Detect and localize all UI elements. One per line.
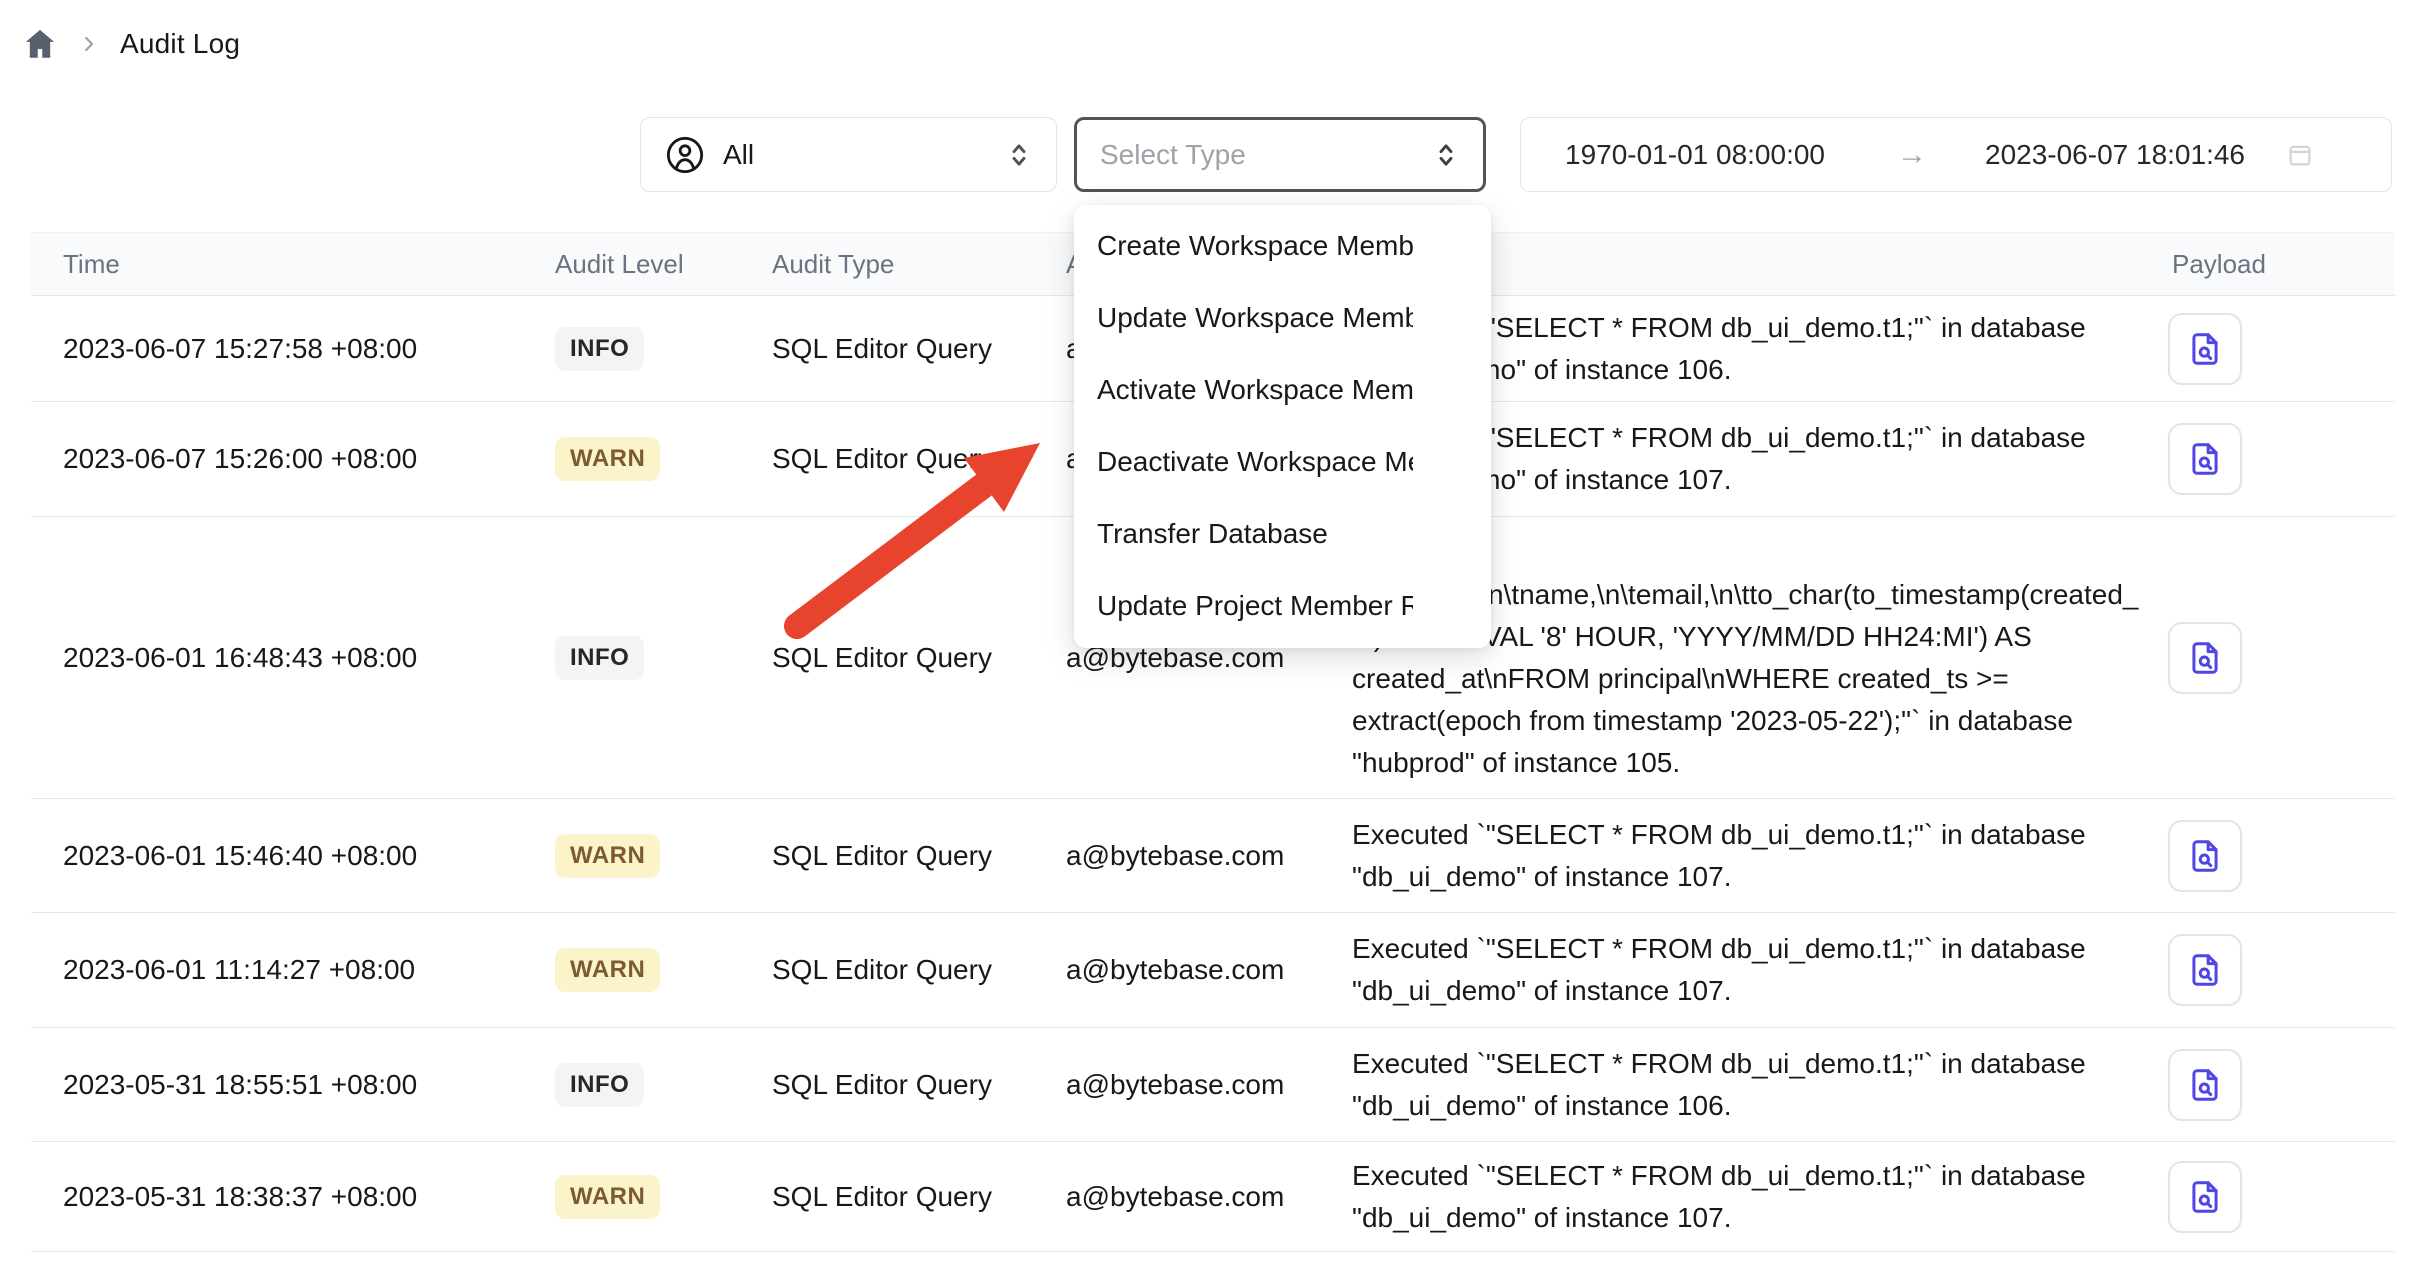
cell-comment: Executed `"SELECT * FROM db_ui_demo.t1;"… xyxy=(1352,1155,2152,1239)
cell-actor: a@bytebase.com xyxy=(1066,1181,1352,1213)
cell-audit-type: SQL Editor Query xyxy=(772,1181,1066,1213)
dropdown-item-activate-workspace-member[interactable]: Activate Workspace Member xyxy=(1074,354,1491,426)
file-search-icon xyxy=(2186,1066,2224,1104)
cell-audit-type: SQL Editor Query xyxy=(772,333,1066,365)
table-row: 2023-05-31 18:38:37 +08:00 WARN SQL Edit… xyxy=(31,1142,2395,1252)
audit-type-dropdown-menu: Create Workspace Member Update Workspace… xyxy=(1074,205,1491,648)
column-header-payload: Payload xyxy=(2152,249,2395,280)
dropdown-item-deactivate-workspace-member[interactable]: Deactivate Workspace Member xyxy=(1074,426,1491,498)
cell-audit-type: SQL Editor Query xyxy=(772,642,1066,674)
file-search-icon xyxy=(2186,330,2224,368)
actor-filter-value: All xyxy=(723,139,986,171)
filter-bar: All Select Type 1970-01-01 08:00:00 → 20… xyxy=(640,117,2392,192)
table-row: 2023-05-31 18:55:51 +08:00 INFO SQL Edit… xyxy=(31,1028,2395,1142)
chevron-right-icon xyxy=(78,33,100,55)
cell-comment: Executed `"SELECT * FROM db_ui_demo.t1;"… xyxy=(1352,814,2152,898)
user-circle-icon xyxy=(665,135,705,175)
view-payload-button[interactable] xyxy=(2168,1161,2242,1233)
actor-filter-select[interactable]: All xyxy=(640,117,1057,192)
audit-level-badge: INFO xyxy=(555,1063,644,1107)
view-payload-button[interactable] xyxy=(2168,313,2242,385)
view-payload-button[interactable] xyxy=(2168,622,2242,694)
cell-actor: a@bytebase.com xyxy=(1066,1069,1352,1101)
date-range-picker[interactable]: 1970-01-01 08:00:00 → 2023-06-07 18:01:4… xyxy=(1520,117,2392,192)
cell-audit-type: SQL Editor Query xyxy=(772,443,1066,475)
table-row: 2023-06-01 11:14:27 +08:00 WARN SQL Edit… xyxy=(31,913,2395,1028)
home-icon[interactable] xyxy=(22,26,58,62)
calendar-icon xyxy=(2285,140,2315,170)
cell-comment: Executed `"SELECT * FROM db_ui_demo.t1;"… xyxy=(1352,928,2152,1012)
view-payload-button[interactable] xyxy=(2168,934,2242,1006)
cell-time: 2023-05-31 18:38:37 +08:00 xyxy=(31,1181,555,1213)
breadcrumb: Audit Log xyxy=(22,26,240,62)
view-payload-button[interactable] xyxy=(2168,820,2242,892)
view-payload-button[interactable] xyxy=(2168,423,2242,495)
dropdown-item-create-workspace-member[interactable]: Create Workspace Member xyxy=(1074,210,1491,282)
audit-level-badge: WARN xyxy=(555,437,660,481)
audit-type-select[interactable]: Select Type xyxy=(1074,117,1486,192)
cell-actor: a@bytebase.com xyxy=(1066,954,1352,986)
audit-level-badge: WARN xyxy=(555,1175,660,1219)
chevrons-up-down-icon xyxy=(1431,140,1461,170)
table-row: 2023-06-01 15:46:40 +08:00 WARN SQL Edit… xyxy=(31,799,2395,913)
file-search-icon xyxy=(2186,1178,2224,1216)
cell-comment: Executed `"SELECT * FROM db_ui_demo.t1;"… xyxy=(1352,1043,2152,1127)
file-search-icon xyxy=(2186,837,2224,875)
date-range-start[interactable]: 1970-01-01 08:00:00 xyxy=(1565,139,1825,171)
audit-log-page: Audit Log All Select Type 1970-01-01 08:… xyxy=(0,0,2410,1268)
dropdown-item-transfer-database[interactable]: Transfer Database xyxy=(1074,498,1491,570)
cell-audit-type: SQL Editor Query xyxy=(772,1069,1066,1101)
file-search-icon xyxy=(2186,440,2224,478)
audit-level-badge: INFO xyxy=(555,636,644,680)
cell-time: 2023-06-01 15:46:40 +08:00 xyxy=(31,840,555,872)
cell-audit-type: SQL Editor Query xyxy=(772,954,1066,986)
cell-time: 2023-06-07 15:27:58 +08:00 xyxy=(31,333,555,365)
cell-time: 2023-05-31 18:55:51 +08:00 xyxy=(31,1069,555,1101)
cell-time: 2023-06-07 15:26:00 +08:00 xyxy=(31,443,555,475)
column-header-audit-type: Audit Type xyxy=(772,249,1066,280)
audit-level-badge: WARN xyxy=(555,834,660,878)
dropdown-item-update-project-member-role[interactable]: Update Project Member Role xyxy=(1074,570,1491,642)
cell-time: 2023-06-01 16:48:43 +08:00 xyxy=(31,642,555,674)
file-search-icon xyxy=(2186,951,2224,989)
audit-type-placeholder: Select Type xyxy=(1100,139,1431,171)
dropdown-item-update-workspace-member[interactable]: Update Workspace Member xyxy=(1074,282,1491,354)
date-range-end[interactable]: 2023-06-07 18:01:46 xyxy=(1985,139,2245,171)
audit-level-badge: WARN xyxy=(555,948,660,992)
audit-level-badge: INFO xyxy=(555,327,644,371)
arrow-right-icon: → xyxy=(1897,138,1927,172)
view-payload-button[interactable] xyxy=(2168,1049,2242,1121)
cell-audit-type: SQL Editor Query xyxy=(772,840,1066,872)
cell-actor: a@bytebase.com xyxy=(1066,840,1352,872)
page-title: Audit Log xyxy=(120,28,240,60)
file-search-icon xyxy=(2186,639,2224,677)
column-header-time: Time xyxy=(31,249,555,280)
chevrons-up-down-icon xyxy=(1004,140,1034,170)
column-header-audit-level: Audit Level xyxy=(555,249,772,280)
cell-time: 2023-06-01 11:14:27 +08:00 xyxy=(31,954,555,986)
